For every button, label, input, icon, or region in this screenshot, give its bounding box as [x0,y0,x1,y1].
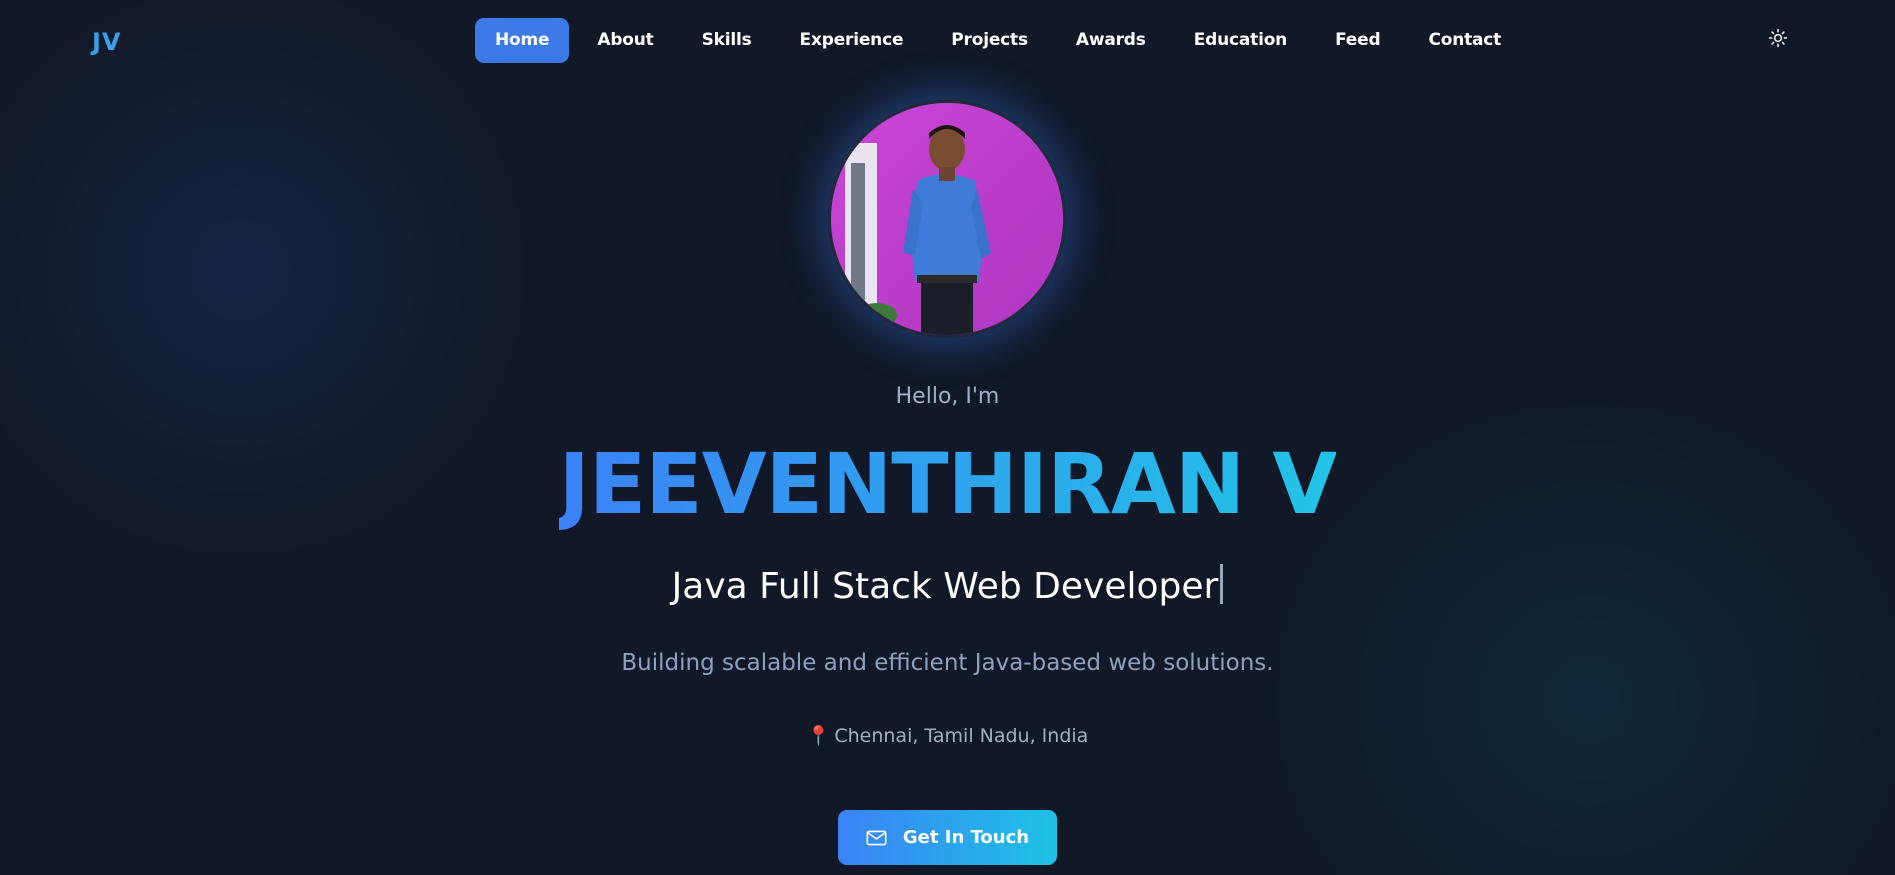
hero-role: Java Full Stack Web Developer [0,562,1895,612]
avatar-glow [828,100,1066,338]
nav-item-skills[interactable]: Skills [682,18,772,63]
hero-location: 📍 Chennai, Tamil Nadu, India [0,722,1895,750]
sun-icon [1768,28,1788,48]
hero-name-text: JEEVENTHIRAN V [558,435,1338,533]
mail-icon [866,830,887,845]
typing-cursor [1220,564,1224,604]
hero-location-text: Chennai, Tamil Nadu, India [834,725,1089,747]
greeting-text: Hello, I'm [895,384,1000,409]
get-in-touch-button[interactable]: Get In Touch [838,810,1057,865]
logo[interactable]: JV [92,27,122,57]
avatar [828,100,1066,338]
nav-links: Home About Skills Experience Projects Aw… [475,18,1521,63]
nav-item-about[interactable]: About [577,18,673,63]
nav-item-home[interactable]: Home [475,18,570,63]
nav-item-education[interactable]: Education [1174,18,1307,63]
pin-icon: 📍 [806,725,831,747]
hero-name: JEEVENTHIRAN V [0,434,1895,534]
theme-toggle-button[interactable] [1764,24,1792,52]
nav-item-projects[interactable]: Projects [931,18,1048,63]
hero-role-text: Java Full Stack Web Developer [671,566,1219,607]
nav-item-contact[interactable]: Contact [1408,18,1521,63]
profile-photo [831,103,1063,335]
top-navbar: JV Home About Skills Experience Projects… [0,0,1895,84]
nav-item-feed[interactable]: Feed [1315,18,1400,63]
hero-tagline: Building scalable and efficient Java-bas… [621,650,1274,676]
nav-item-experience[interactable]: Experience [780,18,924,63]
get-in-touch-label: Get In Touch [902,827,1030,848]
nav-item-awards[interactable]: Awards [1056,18,1166,63]
